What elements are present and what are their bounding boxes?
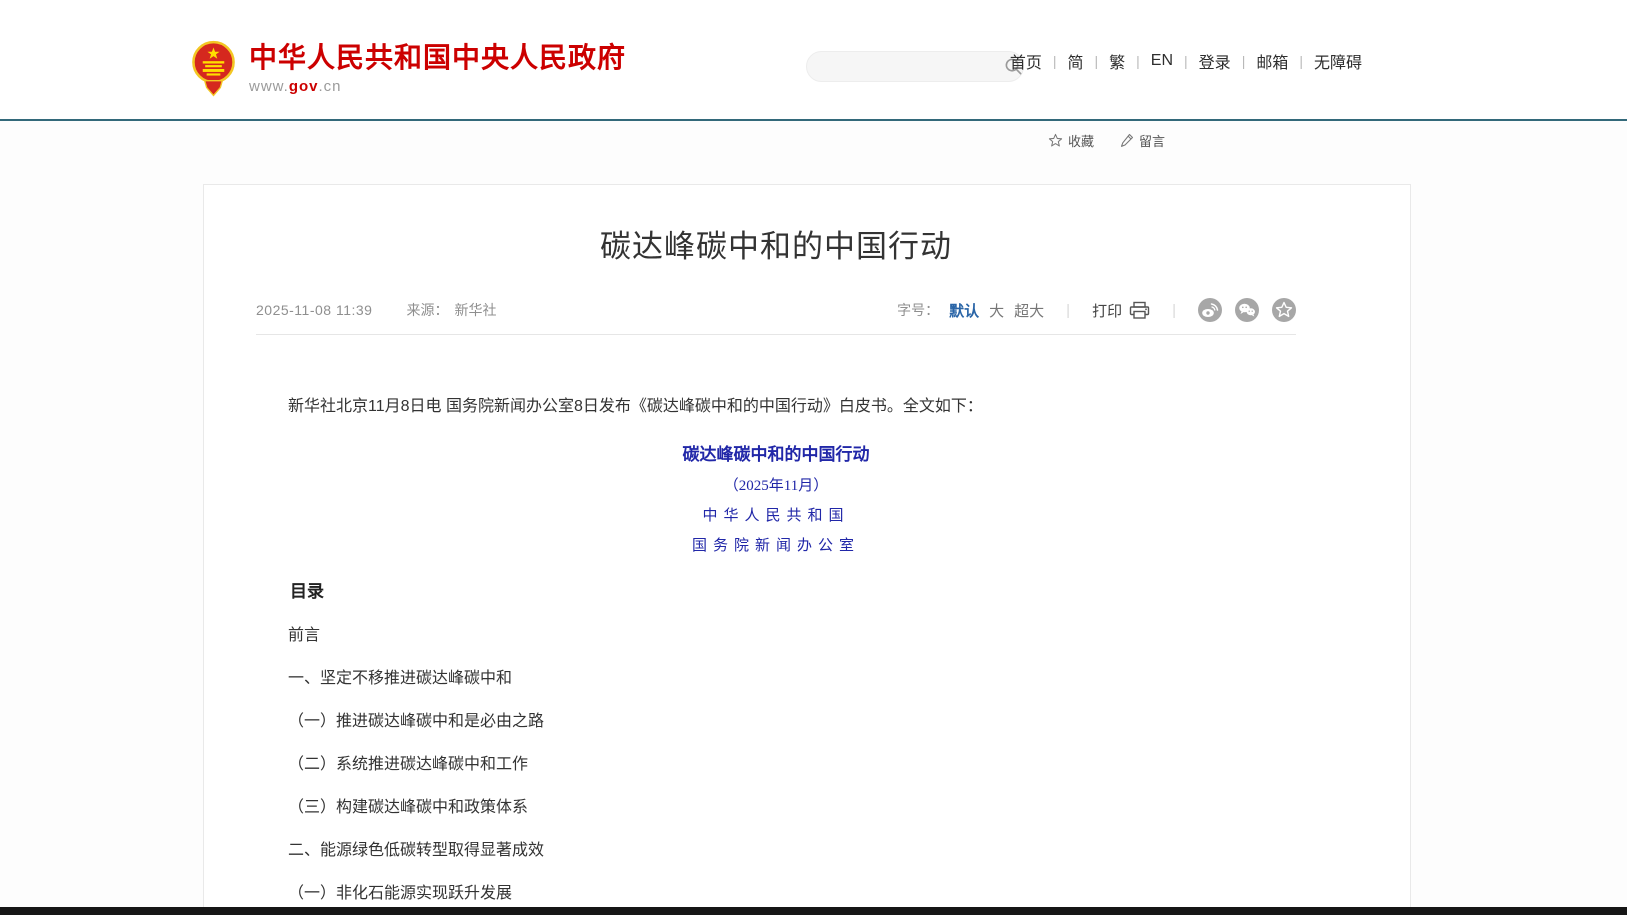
font-size-xlarge-button[interactable]: 超大 [1014, 300, 1044, 321]
printer-icon [1129, 301, 1150, 320]
comment-link[interactable]: 留言 [1120, 131, 1165, 150]
print-button[interactable]: 打印 [1092, 300, 1150, 321]
pencil-icon [1120, 133, 1134, 148]
nav-item-accessibility[interactable]: 无障碍 [1303, 49, 1373, 73]
bottom-bar [0, 907, 1627, 915]
doc-title: 碳达峰碳中和的中国行动 [256, 440, 1296, 465]
toc-item-1-1: （一）推进碳达峰碳中和是必由之路 [256, 713, 1296, 731]
page-root: 中华人民共和国中央人民政府 www.gov.cn 首页 | 简 | 繁 | EN… [0, 0, 1627, 915]
nav-item-login[interactable]: 登录 [1188, 49, 1242, 73]
url-cn: .cn [319, 78, 342, 95]
qzone-star-icon[interactable] [1272, 298, 1296, 322]
quick-links: 收藏 留言 [1048, 131, 1165, 150]
page-title: 碳达峰碳中和的中国行动 [256, 221, 1296, 266]
url-www: www. [249, 78, 289, 95]
nav-item-home[interactable]: 首页 [999, 49, 1053, 73]
nav-item-traditional[interactable]: 繁 [1098, 49, 1136, 73]
publish-date: 2025-11-08 11:39 [256, 302, 372, 318]
url-gov: gov [289, 78, 319, 95]
doc-date: （2025年11月） [256, 474, 1296, 495]
top-nav: 首页 | 简 | 繁 | EN | 登录 | 邮箱 | 无障碍 [999, 0, 1373, 121]
toc-item-preface: 前言 [256, 627, 1296, 645]
article-card: 碳达峰碳中和的中国行动 2025-11-08 11:39 来源： 新华社 字号：… [203, 184, 1411, 915]
star-outline-icon [1048, 133, 1063, 148]
lead-paragraph: 新华社北京11月8日电 国务院新闻办公室8日发布《碳达峰碳中和的中国行动》白皮书… [256, 393, 1296, 422]
site-brand[interactable]: 中华人民共和国中央人民政府 www.gov.cn [191, 40, 626, 98]
search-box[interactable] [806, 51, 1024, 82]
favorite-label: 收藏 [1068, 131, 1094, 150]
toolbar-divider: | [1066, 302, 1070, 319]
article-meta-left: 2025-11-08 11:39 来源： 新华社 [256, 300, 496, 320]
search-input[interactable] [823, 59, 1004, 75]
national-emblem-logo [191, 40, 236, 98]
comment-label: 留言 [1139, 131, 1165, 150]
weibo-icon[interactable] [1198, 298, 1222, 322]
favorite-link[interactable]: 收藏 [1048, 131, 1094, 150]
toc-item-1-3: （三）构建碳达峰碳中和政策体系 [256, 799, 1296, 817]
source-name[interactable]: 新华社 [454, 300, 496, 320]
site-header: 中华人民共和国中央人民政府 www.gov.cn 首页 | 简 | 繁 | EN… [0, 0, 1627, 121]
doc-org-country: 中华人民共和国 [256, 504, 1296, 525]
share-group [1198, 298, 1296, 322]
toolbar-divider: | [1172, 302, 1176, 319]
font-size-label: 字号： [897, 300, 939, 320]
toc-item-1-2: （二）系统推进碳达峰碳中和工作 [256, 756, 1296, 774]
doc-org-office: 国务院新闻办公室 [256, 534, 1296, 555]
source-label: 来源： [406, 300, 448, 320]
wechat-icon[interactable] [1235, 298, 1259, 322]
toc-heading: 目录 [256, 577, 1296, 602]
article-meta-row: 2025-11-08 11:39 来源： 新华社 字号： 默认 大 超大 | 打… [256, 298, 1296, 335]
nav-item-mail[interactable]: 邮箱 [1245, 49, 1299, 73]
toc-item-1: 一、坚定不移推进碳达峰碳中和 [256, 670, 1296, 688]
toc-item-2-1: （一）非化石能源实现跃升发展 [256, 885, 1296, 903]
article-content: 碳达峰碳中和的中国行动 2025-11-08 11:39 来源： 新华社 字号：… [256, 221, 1296, 903]
print-label: 打印 [1092, 300, 1122, 321]
article-toolbar: 字号： 默认 大 超大 | 打印 | [897, 298, 1296, 322]
nav-item-simplified[interactable]: 简 [1056, 49, 1094, 73]
site-url[interactable]: www.gov.cn [249, 78, 626, 95]
font-size-large-button[interactable]: 大 [989, 300, 1004, 321]
site-title[interactable]: 中华人民共和国中央人民政府 [249, 43, 626, 74]
nav-item-english[interactable]: EN [1140, 52, 1184, 70]
font-size-default-button[interactable]: 默认 [949, 300, 979, 321]
brand-text: 中华人民共和国中央人民政府 www.gov.cn [249, 43, 626, 96]
toc-item-2: 二、能源绿色低碳转型取得显著成效 [256, 842, 1296, 860]
